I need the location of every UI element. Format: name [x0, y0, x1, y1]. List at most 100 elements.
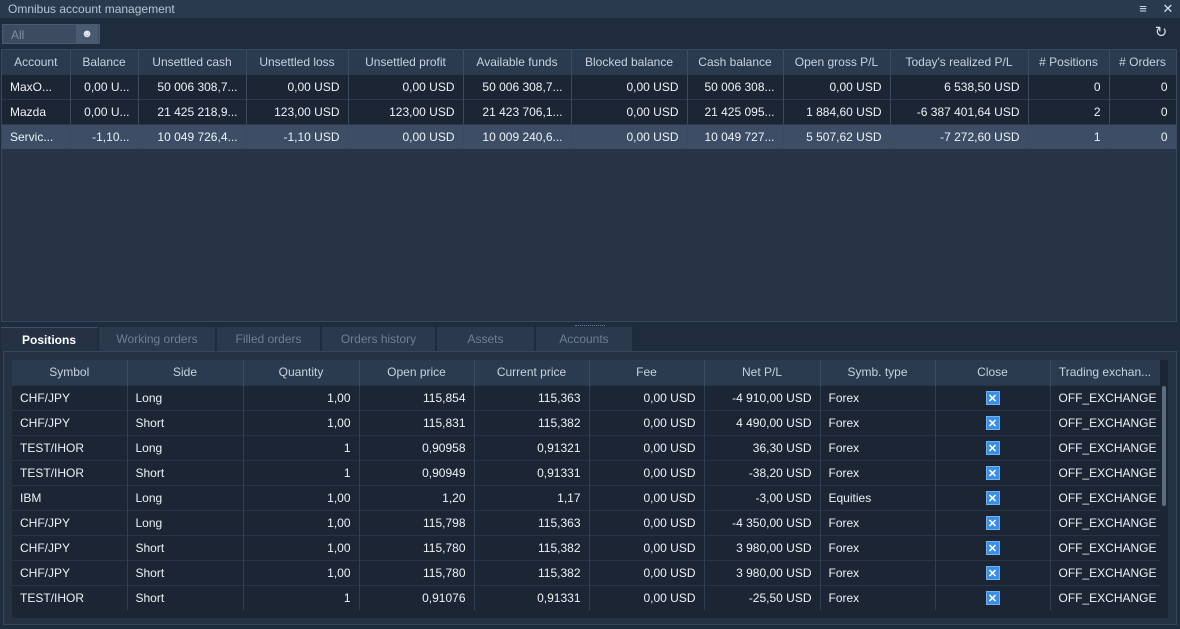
- position-cell-exchange: OFF_EXCHANGE: [1050, 384, 1161, 410]
- account-cell-unsettled-cash: 21 425 218,9...: [138, 98, 247, 124]
- position-row[interactable]: CHF/JPY Short 1,00 115,831 115,382 0,00 USD 4 …: [12, 409, 1161, 435]
- account-row[interactable]: Servic... -1,10... 10 049 726,4... -1,10 US…: [2, 123, 1177, 149]
- col-positions-count[interactable]: # Positions: [1028, 50, 1110, 74]
- position-row[interactable]: CHF/JPY Long 1,00 115,798 115,363 0,00 USD -4 …: [12, 509, 1161, 535]
- col-available-funds[interactable]: Available funds: [463, 50, 572, 74]
- scrollbar-thumb[interactable]: [1162, 386, 1166, 506]
- account-cell-balance: -1,10...: [70, 123, 139, 149]
- col-side[interactable]: Side: [127, 360, 244, 385]
- position-cell-net-pl: 36,30 USD: [704, 434, 821, 460]
- tab-working-orders[interactable]: Working orders: [99, 327, 216, 351]
- position-cell-side: Short: [127, 584, 244, 610]
- account-cell-unsettled-loss: 123,00 USD: [246, 98, 349, 124]
- menu-icon[interactable]: ≡: [1135, 1, 1151, 17]
- position-cell-current-price: 1,17: [474, 484, 590, 510]
- col-symbol[interactable]: Symbol: [12, 360, 128, 385]
- col-balance[interactable]: Balance: [70, 50, 139, 74]
- position-cell-exchange: OFF_EXCHANGE: [1050, 409, 1161, 435]
- position-close-cell: ✕: [935, 409, 1051, 435]
- account-cell-todays-realized-pl: -7 272,60 USD: [890, 123, 1029, 149]
- position-cell-side: Long: [127, 509, 244, 535]
- position-row[interactable]: TEST/IHOR Short 1 0,90949 0,91331 0,00 USD -38…: [12, 459, 1161, 485]
- account-row[interactable]: Mazda 0,00 U... 21 425 218,9... 123,00 USD 1…: [2, 98, 1177, 124]
- close-box-icon[interactable]: ✕: [985, 515, 1000, 530]
- position-cell-current-price: 0,91331: [474, 459, 590, 485]
- position-cell-current-price: 115,382: [474, 559, 590, 585]
- position-cell-current-price: 115,382: [474, 409, 590, 435]
- col-current-price[interactable]: Current price: [474, 360, 590, 385]
- position-row[interactable]: CHF/JPY Long 1,00 115,854 115,363 0,00 USD -4 …: [12, 384, 1161, 410]
- col-close[interactable]: Close: [935, 360, 1051, 385]
- position-cell-open-price: 0,90958: [359, 434, 475, 460]
- close-box-icon[interactable]: ✕: [985, 440, 1000, 455]
- user-list-icon[interactable]: ☻: [76, 25, 98, 43]
- position-cell-fee: 0,00 USD: [589, 409, 705, 435]
- tab-orders-history[interactable]: Orders history: [322, 327, 436, 351]
- title-bar: Omnibus account management ≡ ✕: [0, 0, 1180, 18]
- position-row[interactable]: CHF/JPY Short 1,00 115,780 115,382 0,00 USD 3 …: [12, 559, 1161, 585]
- col-trading-exchange[interactable]: Trading exchan...: [1050, 360, 1161, 385]
- position-close-cell: ✕: [935, 484, 1051, 510]
- position-cell-fee: 0,00 USD: [589, 534, 705, 560]
- col-blocked-balance[interactable]: Blocked balance: [571, 50, 688, 74]
- position-cell-quantity: 1,00: [243, 384, 360, 410]
- close-box-icon[interactable]: ✕: [985, 540, 1000, 555]
- window-title: Omnibus account management: [8, 2, 175, 16]
- position-cell-exchange: OFF_EXCHANGE: [1050, 459, 1161, 485]
- position-cell-open-price: 1,20: [359, 484, 475, 510]
- account-cell-unsettled-cash: 50 006 308,7...: [138, 73, 247, 99]
- position-close-cell: ✕: [935, 459, 1051, 485]
- account-cell-positions: 1: [1028, 123, 1110, 149]
- positions-scrollbar[interactable]: [1160, 360, 1168, 618]
- col-fee[interactable]: Fee: [589, 360, 705, 385]
- filter-bar: All ☻ ↻: [0, 18, 1180, 48]
- col-cash-balance[interactable]: Cash balance: [687, 50, 784, 74]
- tab-positions[interactable]: Positions: [1, 327, 98, 351]
- col-account[interactable]: Account: [2, 50, 71, 74]
- col-quantity[interactable]: Quantity: [243, 360, 360, 385]
- position-cell-symb-type: Forex: [820, 384, 936, 410]
- col-unsettled-profit[interactable]: Unsettled profit: [348, 50, 464, 74]
- position-cell-symb-type: Forex: [820, 534, 936, 560]
- position-close-cell: ✕: [935, 509, 1051, 535]
- close-box-icon[interactable]: ✕: [985, 390, 1000, 405]
- position-cell-exchange: OFF_EXCHANGE: [1050, 584, 1161, 610]
- account-cell-available-funds: 10 009 240,6...: [463, 123, 572, 149]
- position-cell-symb-type: Forex: [820, 409, 936, 435]
- account-cell-orders: 0: [1109, 98, 1177, 124]
- col-unsettled-loss[interactable]: Unsettled loss: [246, 50, 349, 74]
- position-cell-quantity: 1,00: [243, 484, 360, 510]
- refresh-icon[interactable]: ↻: [1152, 24, 1170, 42]
- tab-accounts[interactable]: Accounts: [536, 327, 633, 351]
- col-symb-type[interactable]: Symb. type: [820, 360, 936, 385]
- account-row[interactable]: MaxO... 0,00 U... 50 006 308,7... 0,00 USD 0…: [2, 73, 1177, 99]
- tab-assets[interactable]: Assets: [437, 327, 535, 351]
- col-unsettled-cash[interactable]: Unsettled cash: [138, 50, 247, 74]
- col-orders-count[interactable]: # Orders: [1109, 50, 1177, 74]
- close-box-icon[interactable]: ✕: [985, 590, 1000, 605]
- position-cell-symbol: TEST/IHOR: [12, 434, 128, 460]
- position-row[interactable]: IBM Long 1,00 1,20 1,17 0,00 USD -3,00 USD Equi…: [12, 484, 1161, 510]
- col-open-price[interactable]: Open price: [359, 360, 475, 385]
- position-row[interactable]: TEST/IHOR Short 1 0,91076 0,91331 0,00 USD -25…: [12, 584, 1161, 610]
- account-filter-select[interactable]: All ☻: [2, 24, 100, 44]
- positions-table: Symbol Side Quantity Open price Current …: [12, 360, 1161, 610]
- accounts-header-row: Account Balance Unsettled cash Unsettled…: [2, 50, 1177, 74]
- close-box-icon[interactable]: ✕: [985, 465, 1000, 480]
- position-cell-exchange: OFF_EXCHANGE: [1050, 509, 1161, 535]
- col-net-pl[interactable]: Net P/L: [704, 360, 821, 385]
- position-row[interactable]: TEST/IHOR Long 1 0,90958 0,91321 0,00 USD 36,3…: [12, 434, 1161, 460]
- position-cell-fee: 0,00 USD: [589, 434, 705, 460]
- position-row[interactable]: CHF/JPY Short 1,00 115,780 115,382 0,00 USD 3 …: [12, 534, 1161, 560]
- close-icon[interactable]: ✕: [1160, 1, 1176, 17]
- position-cell-current-price: 0,91331: [474, 584, 590, 610]
- col-todays-realized-pl[interactable]: Today's realized P/L: [890, 50, 1029, 74]
- positions-header-row: Symbol Side Quantity Open price Current …: [12, 360, 1161, 385]
- col-open-gross-pl[interactable]: Open gross P/L: [783, 50, 891, 74]
- close-box-icon[interactable]: ✕: [985, 490, 1000, 505]
- close-box-icon[interactable]: ✕: [985, 565, 1000, 580]
- account-cell-positions: 2: [1028, 98, 1110, 124]
- close-box-icon[interactable]: ✕: [985, 415, 1000, 430]
- position-cell-net-pl: 4 490,00 USD: [704, 409, 821, 435]
- tab-filled-orders[interactable]: Filled orders: [217, 327, 321, 351]
